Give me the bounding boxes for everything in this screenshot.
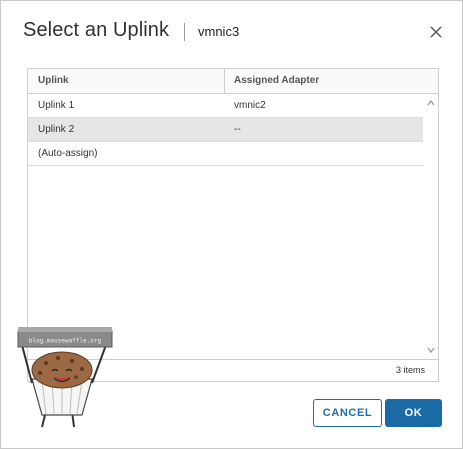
dialog-header: Select an Uplink vmnic3 — [23, 19, 462, 49]
close-icon — [430, 26, 442, 38]
muffin-mascot-watermark: blog.mousewaffle.org — [17, 327, 113, 428]
chevron-up-icon[interactable] — [426, 98, 436, 108]
chevron-down-icon[interactable] — [426, 345, 436, 355]
cell-uplink: (Auto-assign) — [38, 148, 98, 159]
column-header-assigned-adapter[interactable]: Assigned Adapter — [234, 69, 319, 93]
cell-adapter: -- — [234, 124, 241, 135]
column-header-uplink[interactable]: Uplink — [38, 69, 69, 93]
grid-rows: Uplink 1 vmnic2 Uplink 2 -- (Auto-assign… — [28, 94, 423, 359]
dialog-subtitle: vmnic3 — [198, 24, 240, 39]
cancel-button[interactable]: CANCEL — [313, 399, 382, 427]
item-count: 3 items — [395, 365, 425, 375]
column-divider[interactable] — [224, 69, 225, 93]
table-row-selected[interactable]: Uplink 2 -- — [28, 118, 423, 142]
vertical-scrollbar[interactable] — [424, 94, 437, 359]
ok-button[interactable]: OK — [385, 399, 442, 427]
cell-adapter: vmnic2 — [234, 100, 266, 111]
close-button[interactable] — [428, 24, 444, 40]
cell-uplink: Uplink 2 — [38, 124, 75, 135]
grid-header: Uplink Assigned Adapter — [28, 69, 438, 94]
cell-uplink: Uplink 1 — [38, 100, 75, 111]
title-divider — [184, 23, 185, 41]
watermark-text: blog.mousewaffle.org — [29, 338, 102, 345]
dialog-title: Select an Uplink — [23, 19, 170, 41]
table-row[interactable]: (Auto-assign) — [28, 142, 423, 166]
table-row[interactable]: Uplink 1 vmnic2 — [28, 94, 423, 118]
